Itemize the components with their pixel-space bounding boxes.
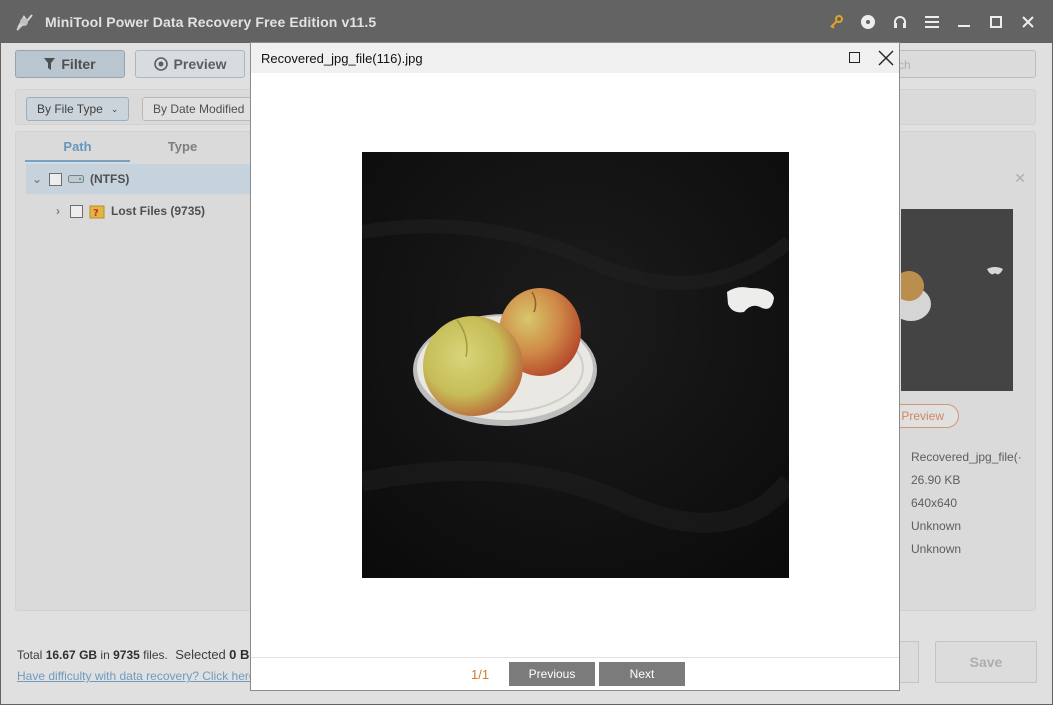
maximize-icon[interactable] xyxy=(849,52,860,63)
dialog-footer: 1/1 Previous Next xyxy=(251,657,899,690)
dialog-title-bar: Recovered_jpg_file(116).jpg xyxy=(251,43,899,73)
previous-button[interactable]: Previous xyxy=(509,662,595,686)
preview-image xyxy=(362,152,789,578)
preview-dialog: Recovered_jpg_file(116).jpg 1/1 Previous… xyxy=(250,42,900,691)
next-button[interactable]: Next xyxy=(599,662,685,686)
dialog-title: Recovered_jpg_file(116).jpg xyxy=(261,51,423,66)
page-indicator: 1/1 xyxy=(471,667,490,682)
close-icon[interactable] xyxy=(876,48,896,68)
